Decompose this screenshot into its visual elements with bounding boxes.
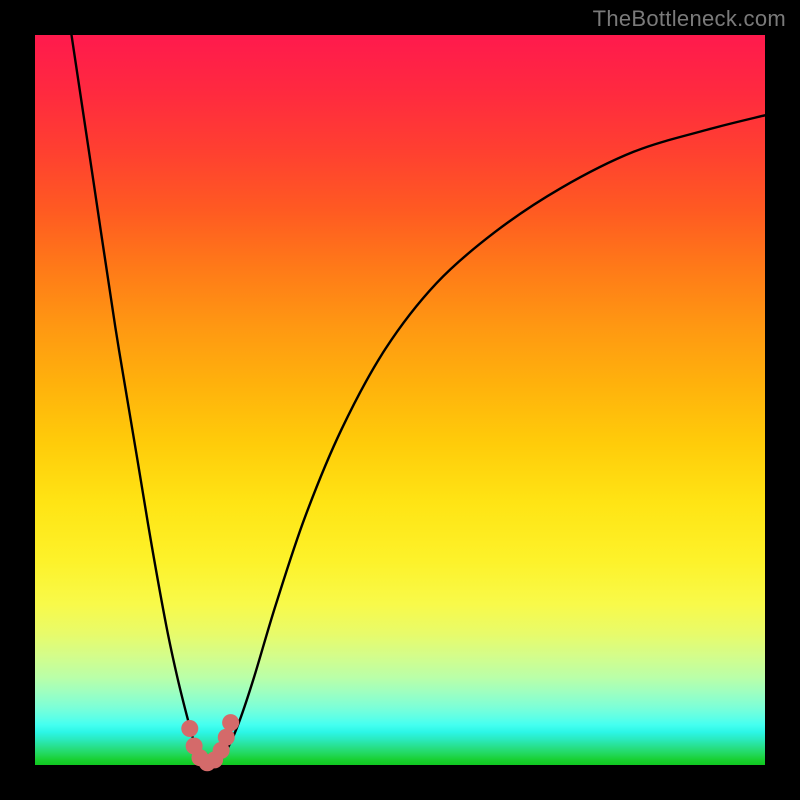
plot-area bbox=[35, 35, 765, 765]
bottleneck-curve bbox=[72, 35, 766, 764]
chart-frame: TheBottleneck.com bbox=[0, 0, 800, 800]
ideal-zone-marker bbox=[181, 720, 198, 737]
ideal-zone-markers bbox=[181, 714, 239, 771]
watermark-text: TheBottleneck.com bbox=[593, 6, 786, 32]
ideal-zone-marker bbox=[218, 729, 235, 746]
bottleneck-chart bbox=[35, 35, 765, 765]
curve-group bbox=[72, 35, 766, 764]
ideal-zone-marker bbox=[222, 714, 239, 731]
